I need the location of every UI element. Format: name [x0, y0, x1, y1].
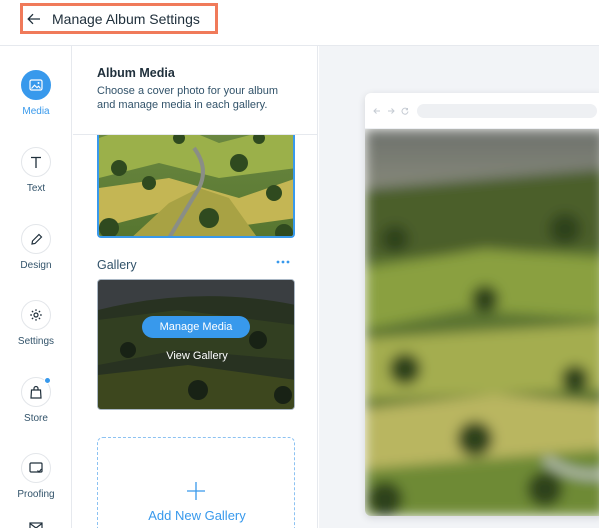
- nav-label: Media: [22, 106, 50, 117]
- panel-description: Choose a cover photo for your album and …: [97, 85, 278, 111]
- nav-label: Design: [20, 260, 52, 271]
- browser-refresh-icon: [401, 107, 409, 115]
- nav-item-store[interactable]: Store: [0, 377, 72, 424]
- browser-toolbar: [365, 93, 599, 129]
- gear-icon: [21, 300, 51, 330]
- brush-icon: [21, 224, 51, 254]
- panel-title: Album Media: [97, 66, 175, 80]
- add-gallery-label: Add New Gallery: [148, 508, 246, 523]
- browser-back-icon: [373, 107, 380, 114]
- envelope-icon: [21, 512, 51, 528]
- more-icon: [276, 260, 290, 264]
- gallery-card[interactable]: Manage Media View Gallery: [97, 279, 295, 410]
- view-gallery-link[interactable]: View Gallery: [98, 350, 294, 362]
- image-icon: [21, 70, 51, 100]
- browser-frame: [365, 93, 599, 516]
- nav-item-media[interactable]: Media: [0, 70, 72, 117]
- nav-item-mail[interactable]: [0, 512, 72, 528]
- nav-item-proofing[interactable]: Proofing: [0, 453, 72, 500]
- proofing-icon: [21, 453, 51, 483]
- album-cover-preview: [365, 129, 599, 516]
- manage-media-button[interactable]: Manage Media: [142, 316, 250, 338]
- page-title: Manage Album Settings: [52, 10, 200, 27]
- arrow-left-icon: [27, 12, 45, 26]
- url-bar: [417, 103, 597, 118]
- plus-icon: [187, 482, 205, 500]
- top-bar: Manage Album Settings: [0, 0, 599, 46]
- nav-item-settings[interactable]: Settings: [0, 300, 72, 347]
- nav-label: Proofing: [17, 489, 55, 500]
- nav-item-text[interactable]: Text: [0, 147, 72, 194]
- side-nav: Media Text Design Settings Store Proofin…: [0, 46, 72, 528]
- panel-header: Album Media Choose a cover photo for you…: [73, 46, 317, 135]
- nav-label: Store: [24, 413, 48, 424]
- more-options-button[interactable]: [273, 254, 293, 270]
- add-new-gallery-button[interactable]: Add New Gallery: [97, 437, 295, 528]
- browser-forward-icon: [388, 107, 395, 114]
- back-button[interactable]: Manage Album Settings: [20, 3, 218, 34]
- notification-dot: [44, 377, 51, 384]
- gallery-label: Gallery: [97, 258, 137, 272]
- nav-item-design[interactable]: Design: [0, 224, 72, 271]
- text-icon: [21, 147, 51, 177]
- bag-icon: [21, 377, 51, 407]
- site-preview: [319, 46, 599, 528]
- album-media-panel: Gallery Manage Media View Gallery Add Ne…: [73, 46, 318, 528]
- nav-label: Text: [26, 183, 46, 194]
- nav-label: Settings: [17, 336, 55, 347]
